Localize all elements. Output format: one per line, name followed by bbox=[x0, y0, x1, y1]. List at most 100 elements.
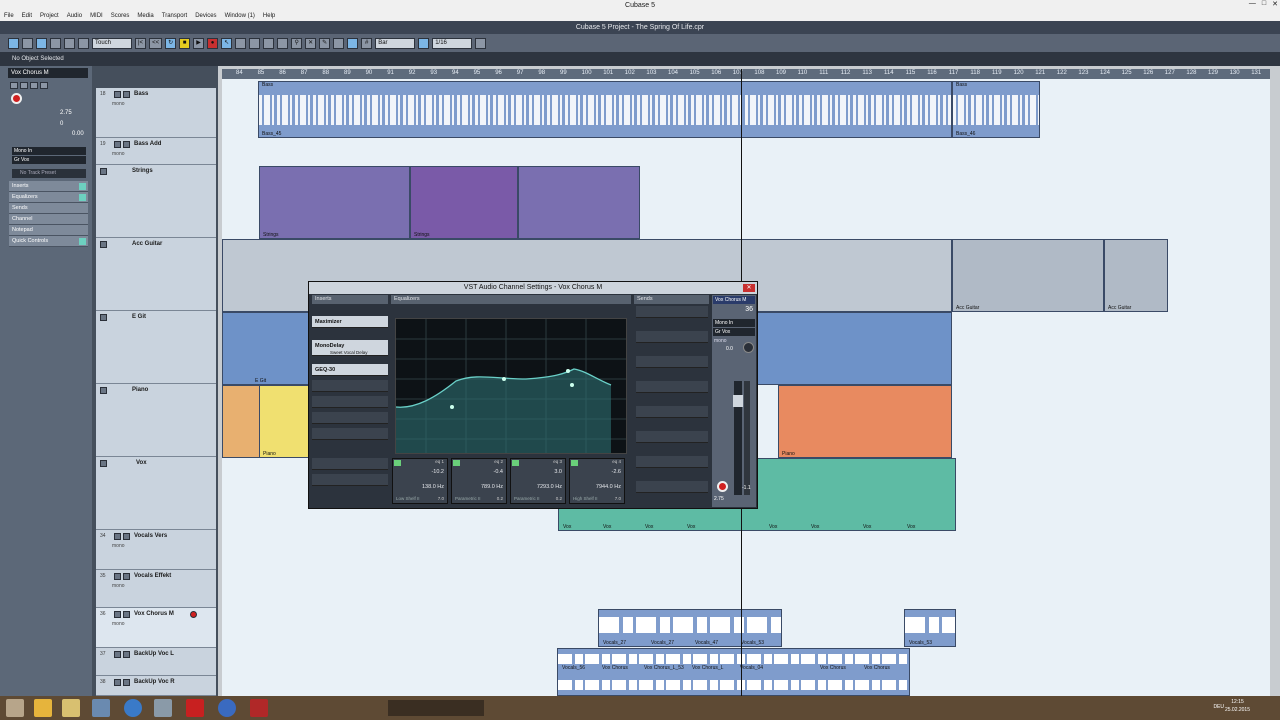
midi-event-piano[interactable]: Piano bbox=[778, 385, 952, 458]
band-frequency[interactable]: 789.0 Hz bbox=[481, 484, 503, 490]
erase-tool-icon[interactable] bbox=[277, 37, 289, 49]
track-folder[interactable]: E Git bbox=[96, 311, 216, 384]
fader-value[interactable]: 2.75 bbox=[714, 496, 724, 502]
folder-icon[interactable] bbox=[100, 241, 107, 248]
send-slot[interactable] bbox=[636, 356, 708, 368]
send-slot[interactable] bbox=[636, 431, 708, 443]
section-inserts[interactable]: Inserts bbox=[9, 181, 88, 192]
menu-edit[interactable]: Edit bbox=[22, 11, 32, 21]
play-icon[interactable]: ▶ bbox=[193, 37, 205, 49]
band-q[interactable]: 7.0 bbox=[615, 496, 621, 501]
insert-slot-empty[interactable] bbox=[312, 380, 388, 392]
menu-transport[interactable]: Transport bbox=[162, 11, 187, 21]
band-type[interactable]: Low Shelf II bbox=[396, 496, 420, 501]
settings-icon[interactable] bbox=[64, 37, 75, 49]
band-q[interactable]: 7.0 bbox=[438, 496, 444, 501]
band-gain[interactable]: -10.2 bbox=[431, 469, 444, 475]
band-frequency[interactable]: 138.0 Hz bbox=[422, 484, 444, 490]
mute-icon[interactable] bbox=[114, 573, 121, 580]
band-gain[interactable]: 3.0 bbox=[554, 469, 562, 475]
folder-icon[interactable] bbox=[62, 699, 80, 717]
glue-tool-icon[interactable] bbox=[263, 37, 275, 49]
read-icon[interactable] bbox=[30, 82, 38, 89]
menu-file[interactable]: File bbox=[4, 11, 14, 21]
record-enable-icon[interactable] bbox=[11, 93, 22, 104]
bypass-icon[interactable] bbox=[79, 183, 86, 190]
audio-event-vocals[interactable]: Vocals_53 bbox=[904, 609, 956, 647]
bluetooth-icon[interactable] bbox=[218, 699, 236, 717]
send-slot[interactable] bbox=[636, 456, 708, 468]
menu-midi[interactable]: MIDI bbox=[90, 11, 103, 21]
track-folder[interactable]: Strings bbox=[96, 165, 216, 238]
midi-event-piano[interactable]: Piano bbox=[259, 385, 309, 458]
eq-band-1[interactable]: eq 1 -10.2 138.0 Hz Low Shelf II 7.0 bbox=[392, 458, 448, 504]
track-preset-select[interactable]: No Track Preset bbox=[12, 169, 86, 178]
insert-slot-1[interactable]: Maximizer bbox=[312, 316, 388, 328]
audio-event-vocals[interactable]: Vocals_27 Vocals_27 Vocals_47 Vocals_53 bbox=[598, 609, 782, 647]
equalizers-header[interactable]: Equalizers bbox=[391, 295, 631, 304]
zoom-tool-icon[interactable]: ⚲ bbox=[291, 37, 303, 49]
insert-slot-3[interactable]: GEQ-30 bbox=[312, 364, 388, 376]
play-tool-icon[interactable] bbox=[333, 37, 345, 49]
inserts-header[interactable]: Inserts bbox=[312, 295, 388, 304]
midi-event-strings[interactable]: Strings bbox=[259, 166, 410, 239]
stop-icon[interactable]: ■ bbox=[179, 37, 191, 49]
mute-icon[interactable] bbox=[114, 91, 121, 98]
band-enable-icon[interactable] bbox=[512, 460, 519, 466]
inspector-track-name[interactable]: Vox Chorus M bbox=[8, 68, 88, 78]
band-frequency[interactable]: 7293.0 Hz bbox=[537, 484, 562, 490]
mute-icon[interactable] bbox=[114, 611, 121, 618]
inspector-toggle-icon[interactable] bbox=[8, 37, 19, 49]
send-slot[interactable] bbox=[636, 481, 708, 493]
solo-icon[interactable] bbox=[123, 651, 130, 658]
app-icon[interactable] bbox=[250, 699, 268, 717]
menu-scores[interactable]: Scores bbox=[111, 11, 130, 21]
bypass-icon[interactable] bbox=[79, 194, 86, 201]
menu-project[interactable]: Project bbox=[40, 11, 59, 21]
track-row[interactable]: 37 BackUp Voc L bbox=[96, 648, 216, 676]
send-slot[interactable] bbox=[636, 381, 708, 393]
band-enable-icon[interactable] bbox=[394, 460, 401, 466]
track-row[interactable]: 19 Bass Add mono bbox=[96, 138, 216, 165]
solo-icon[interactable] bbox=[20, 82, 28, 89]
output-routing[interactable]: Gr Vox bbox=[12, 156, 86, 164]
grid-type-select[interactable]: Bar bbox=[375, 37, 416, 49]
audio-event-backup-vocals[interactable]: Vocals_56 Vox Chorus Vox Chorus_L_53 Vox… bbox=[557, 648, 910, 696]
menu-devices[interactable]: Devices bbox=[195, 11, 216, 21]
insert-slot-empty[interactable] bbox=[312, 396, 388, 408]
edit-icon[interactable] bbox=[78, 37, 89, 49]
sends-header[interactable]: Sends bbox=[634, 295, 709, 304]
input-routing[interactable]: Mono In bbox=[12, 147, 86, 155]
cubase-icon[interactable] bbox=[186, 699, 204, 717]
minimize-icon[interactable]: — bbox=[1249, 0, 1256, 11]
audio-event-acc-guitar[interactable]: Acc Guitar bbox=[1104, 239, 1168, 312]
range-tool-icon[interactable] bbox=[235, 37, 247, 49]
volume-value[interactable]: 2.75 bbox=[60, 110, 72, 116]
mute-icon[interactable] bbox=[114, 141, 121, 148]
eq-band-2[interactable]: eq 2 -0.4 789.0 Hz Parametric II 0.2 bbox=[451, 458, 507, 504]
section-equalizers[interactable]: Equalizers bbox=[9, 192, 88, 203]
pan-value[interactable]: 0.0 bbox=[726, 346, 733, 352]
section-quick-controls[interactable]: Quick Controls bbox=[9, 236, 88, 247]
insert-slot-empty[interactable] bbox=[312, 474, 388, 486]
object-select-tool-icon[interactable]: ↖ bbox=[221, 37, 233, 49]
record-enable-icon[interactable] bbox=[717, 481, 728, 492]
mute-icon[interactable] bbox=[114, 651, 121, 658]
folder-icon[interactable] bbox=[100, 168, 107, 175]
mixer-icon[interactable] bbox=[50, 37, 61, 49]
window-layout-icon[interactable] bbox=[22, 37, 33, 49]
split-tool-icon[interactable] bbox=[249, 37, 261, 49]
band-enable-icon[interactable] bbox=[571, 460, 578, 466]
eq-band-4[interactable]: eq 4 -2.6 7944.0 Hz High Shelf II 7.0 bbox=[569, 458, 625, 504]
cycle-icon[interactable]: ↻ bbox=[165, 37, 177, 49]
menu-audio[interactable]: Audio bbox=[67, 11, 82, 21]
transport-mode-icon[interactable] bbox=[36, 37, 47, 49]
midi-event-strings[interactable]: Strings bbox=[410, 166, 518, 239]
insert-slot-empty[interactable] bbox=[312, 428, 388, 440]
track-row[interactable]: 35 Vocals Effekt mono bbox=[96, 570, 216, 608]
mute-tool-icon[interactable]: ✕ bbox=[305, 37, 317, 49]
solo-icon[interactable] bbox=[123, 533, 130, 540]
language-indicator[interactable]: DEU bbox=[1213, 704, 1224, 710]
channel-input[interactable]: Mono In bbox=[713, 319, 755, 327]
system-clock[interactable]: 12:15 25.02.2015 bbox=[1225, 698, 1250, 714]
